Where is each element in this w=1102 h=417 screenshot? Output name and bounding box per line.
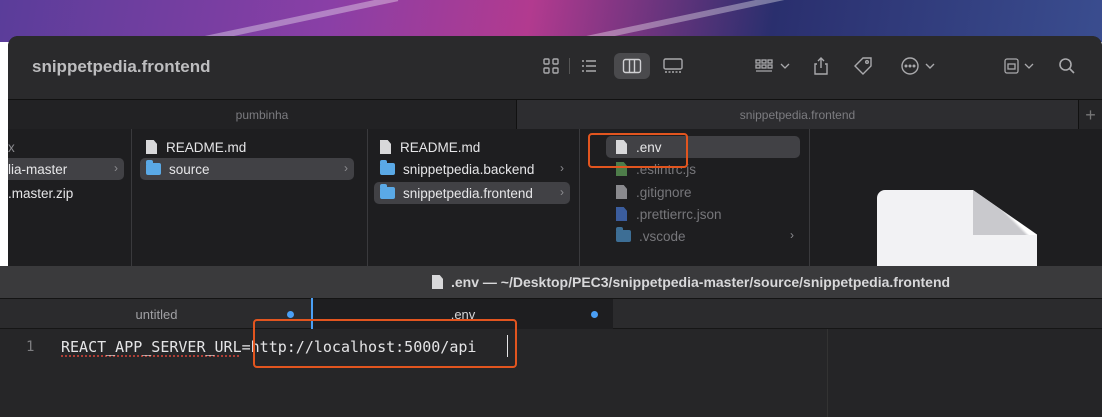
unsaved-dot-icon [591,311,598,318]
list-item[interactable]: .gitignore [606,181,800,203]
list-item[interactable]: .prettierrc.json [606,203,800,225]
icon-view-icon[interactable] [538,53,564,79]
column-view-icon[interactable] [614,53,650,79]
finder-column-0: x lia-master › .master.zip [8,129,132,271]
file-icon [616,185,627,199]
chevron-right-icon: › [790,228,794,242]
folder-icon [616,227,631,242]
window-title: snippetpedia.frontend [32,57,211,76]
list-item[interactable]: snippetpedia.backend › [374,158,570,180]
finder-tab-bar: pumbinha snippetpedia.frontend + [8,99,1102,130]
minimap[interactable] [828,329,1102,417]
group-by-icon[interactable] [753,53,795,79]
env-key: REACT_APP_SERVER_URL [61,338,242,356]
chevron-right-icon: › [114,161,118,175]
file-icon [146,140,157,154]
search-icon[interactable] [1054,53,1080,79]
folder-icon [380,184,395,199]
finder-window: snippetpedia.frontend pumbinha snippetpe… [8,36,1102,271]
list-item[interactable]: .master.zip [8,182,128,204]
chevron-right-icon: › [560,185,564,199]
env-highlight-box [588,133,688,168]
share-icon[interactable] [808,53,834,79]
new-tab-button[interactable]: + [1078,100,1102,130]
tab-snippetpedia-frontend[interactable]: snippetpedia.frontend [516,100,1078,130]
chevron-right-icon: › [560,161,564,175]
list-item[interactable]: lia-master › [8,158,124,180]
list-item[interactable]: x [8,136,128,158]
tab-pumbinha[interactable]: pumbinha [8,100,516,130]
finder-toolbar: snippetpedia.frontend [8,36,1102,99]
list-item[interactable]: README.md [140,136,354,158]
list-item[interactable]: .vscode › [606,225,800,247]
editor-title-bar: .env — ~/Desktop/PEC3/snippetpedia-maste… [0,266,1102,299]
folder-icon [146,160,161,175]
more-actions-icon[interactable] [898,53,942,79]
line-number: 1 [26,339,35,355]
list-item[interactable]: README.md [374,136,570,158]
file-icon [380,140,391,154]
folder-icon [380,160,395,175]
finder-column-1: README.md source › [132,129,368,271]
file-icon [432,275,443,289]
archive-icon[interactable] [1001,53,1039,79]
equals-sign: = [241,338,251,356]
json-file-icon [616,207,627,221]
editor-tab-bar: untitled .env [0,299,1102,329]
gallery-view-icon[interactable] [658,53,688,79]
editor-title: .env — ~/Desktop/PEC3/snippetpedia-maste… [451,274,951,290]
list-item[interactable]: snippetpedia.frontend › [374,182,570,204]
tag-icon[interactable] [850,53,876,79]
unsaved-dot-icon [287,311,294,318]
finder-column-2: README.md snippetpedia.backend › snippetp… [368,129,580,271]
list-view-icon[interactable] [576,53,602,79]
list-item[interactable]: source › [140,158,354,180]
chevron-right-icon: › [344,161,348,175]
editor-window: .env — ~/Desktop/PEC3/snippetpedia-maste… [0,266,1102,417]
url-highlight-box [253,319,517,368]
